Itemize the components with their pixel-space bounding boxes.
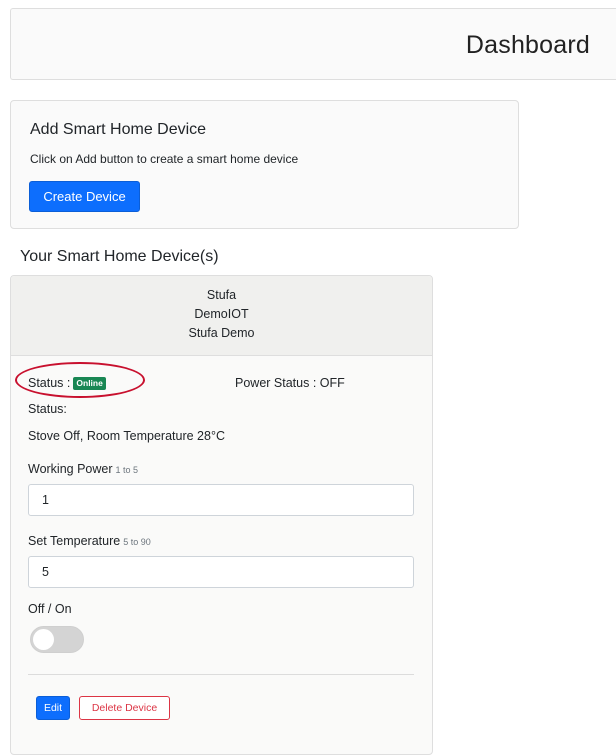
add-device-title: Add Smart Home Device <box>30 121 207 138</box>
power-status: Power Status : OFF <box>235 376 345 390</box>
status-badge: Online <box>73 376 106 390</box>
divider <box>28 674 414 675</box>
working-power-hint: 1 to 5 <box>115 465 139 475</box>
add-device-card: Add Smart Home Device Click on Add butto… <box>10 100 519 229</box>
set-temperature-input[interactable] <box>28 556 414 588</box>
set-temperature-label: Set Temperature 5 to 90 <box>28 534 151 548</box>
create-device-button[interactable]: Create Device <box>29 181 140 212</box>
working-power-label-text: Working Power <box>28 462 113 476</box>
device-name: Stufa <box>206 288 237 302</box>
devices-section-heading: Your Smart Home Device(s) <box>20 248 219 265</box>
device-description: Stufa Demo <box>188 326 255 340</box>
delete-device-button[interactable]: Delete Device <box>79 696 170 720</box>
status-detail-text: Stove Off, Room Temperature 28°C <box>28 429 225 443</box>
header-card: Dashboard <box>10 8 616 80</box>
toggle-knob <box>33 629 54 650</box>
working-power-label: Working Power 1 to 5 <box>28 462 138 476</box>
status-label: Status : <box>28 376 71 390</box>
set-temperature-label-text: Set Temperature <box>28 534 121 548</box>
status-detail-label: Status: <box>28 402 67 416</box>
working-power-input[interactable] <box>28 484 414 516</box>
toggle-label: Off / On <box>28 602 72 616</box>
set-temperature-hint: 5 to 90 <box>123 537 151 547</box>
device-card: Stufa DemoIOT Stufa Demo Status : Online… <box>10 275 433 755</box>
add-device-description: Click on Add button to create a smart ho… <box>30 152 299 166</box>
page-title: Dashboard <box>465 31 590 59</box>
power-toggle-switch[interactable] <box>30 626 84 653</box>
device-card-header: Stufa DemoIOT Stufa Demo <box>11 276 432 356</box>
edit-button[interactable]: Edit <box>36 696 70 720</box>
device-type: DemoIOT <box>194 307 249 321</box>
status-row: Status : Online <box>28 376 106 390</box>
